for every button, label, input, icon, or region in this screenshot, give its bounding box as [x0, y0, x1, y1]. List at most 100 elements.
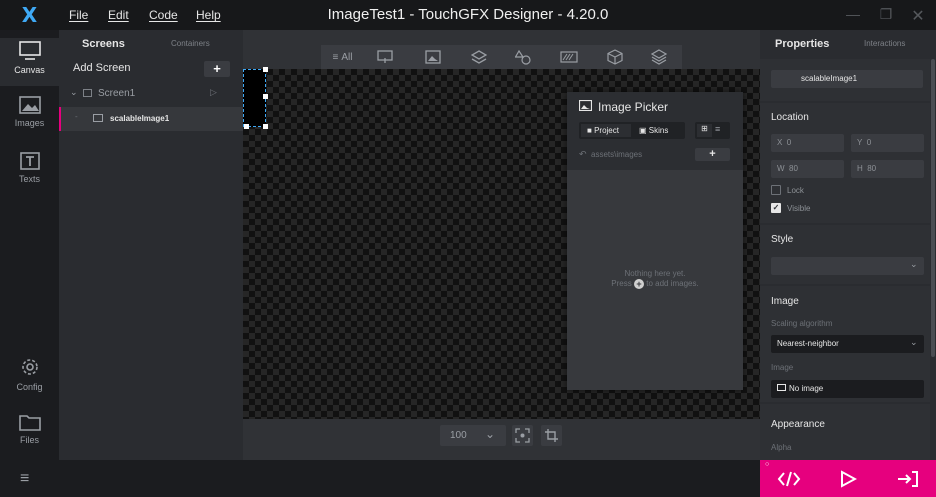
rail-images-label: Images: [14, 118, 45, 128]
empty-press: Press: [611, 279, 632, 289]
lock-checkbox[interactable]: [771, 185, 781, 195]
image-icon: [579, 100, 592, 111]
w-value: 80: [789, 164, 798, 173]
resize-handle[interactable]: [263, 67, 268, 72]
rail-config-label: Config: [16, 382, 43, 392]
x-label: X: [777, 138, 783, 147]
h-field[interactable]: H 80: [851, 160, 924, 178]
w-field[interactable]: W 80: [771, 160, 844, 178]
rail-texts[interactable]: Texts: [0, 152, 59, 184]
add-image-button[interactable]: +: [695, 148, 730, 161]
scalable-image-widget[interactable]: [243, 67, 268, 129]
h-label: H: [857, 164, 863, 173]
style-section: Style ⌄: [760, 225, 930, 284]
fit-to-screen-button[interactable]: [512, 425, 533, 446]
tab-project[interactable]: ■ Project: [581, 124, 631, 137]
rail-canvas[interactable]: Canvas: [0, 38, 59, 86]
export-icon[interactable]: [896, 470, 920, 488]
screen-name: Screen1: [98, 88, 136, 99]
location-title: Location: [771, 112, 809, 123]
back-arrow-icon[interactable]: ↶: [579, 149, 587, 160]
rail-config[interactable]: Config: [0, 356, 59, 392]
layers-icon[interactable]: [471, 50, 487, 64]
h-value: 80: [867, 164, 877, 173]
resize-handle[interactable]: [244, 124, 249, 129]
menu-file[interactable]: File: [69, 8, 88, 22]
filter-all-button[interactable]: ≡ All: [321, 45, 364, 69]
play-icon[interactable]: [839, 470, 857, 488]
x-field[interactable]: X 0: [771, 134, 844, 152]
progress-icon[interactable]: [560, 51, 578, 63]
scaling-select[interactable]: Nearest-neighbor ⌄: [771, 335, 924, 353]
stack-icon[interactable]: [651, 49, 667, 65]
scaling-label: Scaling algorithm: [771, 319, 833, 328]
style-select[interactable]: ⌄: [771, 257, 924, 275]
tab-properties[interactable]: Properties: [775, 38, 829, 50]
image-list[interactable]: Nothing here yet. Press + to add images.: [567, 170, 743, 390]
widget-toolbar: ≡ All: [321, 45, 682, 69]
tab-interactions[interactable]: Interactions: [864, 39, 905, 48]
add-screen-button[interactable]: +: [204, 61, 230, 77]
chevron-down-icon[interactable]: ⌄: [70, 87, 78, 98]
resize-handle[interactable]: [263, 124, 268, 129]
y-field[interactable]: Y 0: [851, 134, 924, 152]
left-rail: Canvas Images Texts Config Files: [0, 30, 59, 460]
minimize-icon[interactable]: —: [843, 6, 863, 22]
hamburger-menu-icon[interactable]: ≡: [20, 470, 29, 488]
crop-button[interactable]: [541, 425, 562, 446]
grid-view-icon[interactable]: ⊞: [697, 124, 712, 137]
empty-message: Nothing here yet. Press + to add images.: [567, 269, 743, 289]
resize-handle[interactable]: [263, 94, 268, 99]
tab-containers[interactable]: Containers: [171, 39, 210, 48]
screen-row[interactable]: ⌄ Screen1 ▷: [59, 85, 243, 103]
visible-checkbox[interactable]: ✓: [771, 203, 781, 213]
shapes-icon[interactable]: [515, 49, 533, 65]
picker-tabs: ■ Project ▣ Skins: [579, 122, 685, 139]
menu-code[interactable]: Code: [149, 8, 178, 22]
image-picker-panel: Image Picker ■ Project ▣ Skins ⊞ ≡ ↶ ass…: [567, 92, 743, 390]
alpha-label: Alpha: [771, 443, 792, 452]
list-view-icon[interactable]: ≡: [715, 124, 720, 134]
tab-skins[interactable]: ▣ Skins: [639, 126, 668, 135]
touchgfx-logo-icon: X: [21, 3, 38, 27]
skins-icon: ▣: [639, 126, 647, 135]
name-section: scalableImage1: [760, 59, 930, 101]
zoom-value: 100: [450, 430, 467, 441]
window-title: ImageTest1 - TouchGFX Designer - 4.20.0: [327, 6, 609, 23]
empty-line-1: Nothing here yet.: [624, 269, 686, 278]
w-label: W: [777, 164, 785, 173]
image-select[interactable]: No image: [771, 380, 924, 398]
filter-all-label: All: [341, 51, 353, 63]
container-icon[interactable]: [607, 49, 623, 65]
tab-screens[interactable]: Screens: [82, 38, 125, 50]
rail-images[interactable]: Images: [0, 96, 59, 128]
image-icon: [777, 384, 786, 391]
view-toggle: ⊞ ≡: [695, 122, 730, 139]
image-icon[interactable]: [425, 50, 441, 64]
menu-edit[interactable]: Edit: [108, 8, 129, 22]
restore-icon[interactable]: ❐: [876, 6, 896, 23]
chevron-down-icon: ⌄: [910, 259, 918, 269]
style-title: Style: [771, 234, 794, 245]
appearance-title: Appearance: [771, 419, 825, 430]
x-value: 0: [786, 138, 792, 147]
widget-row-selected[interactable]: - scalableImage1: [59, 107, 243, 131]
rail-files[interactable]: Files: [0, 413, 59, 445]
gear-icon: [21, 359, 38, 375]
zoom-select[interactable]: 100 ⌄: [440, 425, 506, 446]
lock-label: Lock: [787, 186, 804, 195]
play-screen-icon[interactable]: ▷: [210, 87, 217, 98]
close-icon[interactable]: ✕: [908, 6, 928, 26]
code-icon[interactable]: [777, 470, 801, 488]
widget-pointer-icon[interactable]: [377, 50, 393, 64]
properties-scrollbar[interactable]: [931, 59, 935, 357]
rail-texts-label: Texts: [18, 174, 40, 184]
image-path: assets\images: [591, 150, 643, 159]
add-screen-label[interactable]: Add Screen: [73, 62, 130, 74]
image-picker-title: Image Picker: [598, 100, 669, 114]
menu-help[interactable]: Help: [196, 8, 221, 22]
widget-name-field[interactable]: scalableImage1: [771, 70, 923, 88]
plus-circle-icon: +: [633, 279, 644, 289]
image-value: No image: [789, 384, 824, 393]
appearance-section: Appearance Alpha: [760, 404, 930, 460]
